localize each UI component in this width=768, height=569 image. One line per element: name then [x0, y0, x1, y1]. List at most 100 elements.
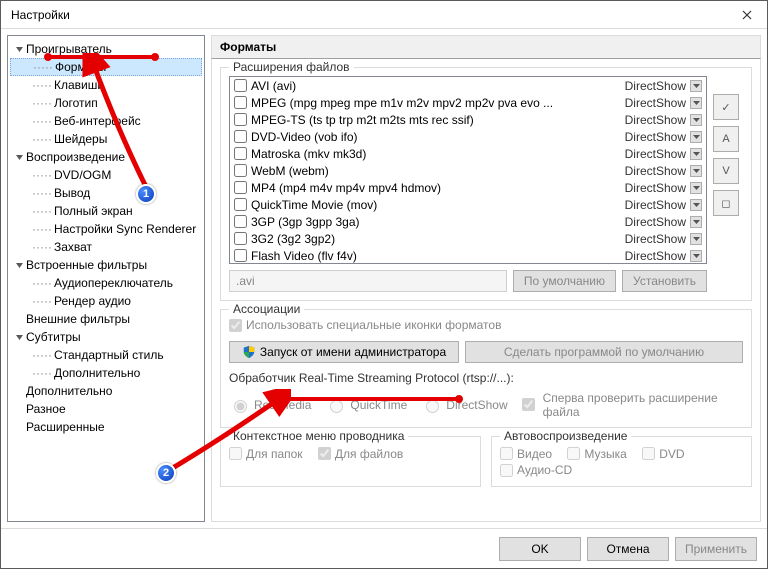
format-checkbox[interactable]: [234, 96, 247, 109]
autoplay-group: Автовоспроизведение Видео Музыка DVD Ауд…: [491, 436, 752, 487]
format-name: Matroska (mkv mk3d): [251, 147, 625, 161]
context-legend: Контекстное меню проводника: [229, 429, 408, 443]
format-engine: DirectShow: [625, 249, 686, 263]
engine-dropdown[interactable]: [690, 216, 702, 228]
format-name: WebM (webm): [251, 164, 625, 178]
all-audio-icon[interactable]: A: [713, 126, 739, 152]
main-panel-wrap: Форматы Расширения файлов AVI (avi)Direc…: [211, 35, 761, 522]
tree-group[interactable]: Дополнительно: [10, 382, 202, 400]
format-engine: DirectShow: [625, 232, 686, 246]
format-checkbox[interactable]: [234, 198, 247, 211]
tree-item[interactable]: ·····Форматы: [10, 58, 202, 76]
format-checkbox[interactable]: [234, 130, 247, 143]
engine-dropdown[interactable]: [690, 114, 702, 126]
extension-input[interactable]: [229, 270, 507, 292]
tree-item[interactable]: ·····Дополнительно: [10, 364, 202, 382]
check-all-icon[interactable]: ✓: [713, 94, 739, 120]
tree-group[interactable]: Разное: [10, 400, 202, 418]
format-checkbox[interactable]: [234, 215, 247, 228]
use-icons-check: Использовать специальные иконки форматов: [229, 318, 501, 332]
close-button[interactable]: [727, 1, 767, 28]
engine-dropdown[interactable]: [690, 148, 702, 160]
tree-group[interactable]: Субтитры: [10, 328, 202, 346]
tree-group[interactable]: Проигрыватель: [10, 40, 202, 58]
format-row[interactable]: MPEG (mpg mpeg mpe m1v m2v mpv2 mp2v pva…: [230, 94, 706, 111]
panel-title: Форматы: [211, 35, 761, 59]
tree-item[interactable]: ·····Рендер аудио: [10, 292, 202, 310]
tree-item[interactable]: ·····Стандартный стиль: [10, 346, 202, 364]
tree-item[interactable]: ·····Настройки Sync Renderer: [10, 220, 202, 238]
tree-item[interactable]: ·····Аудиопереключатель: [10, 274, 202, 292]
format-name: AVI (avi): [251, 79, 625, 93]
format-row[interactable]: DVD-Video (vob ifo)DirectShow: [230, 128, 706, 145]
make-default-button[interactable]: Сделать программой по умолчанию: [465, 341, 743, 363]
format-checkbox[interactable]: [234, 79, 247, 92]
engine-dropdown[interactable]: [690, 199, 702, 211]
autoplay-legend: Автовоспроизведение: [500, 429, 631, 443]
chevron-down-icon[interactable]: [12, 261, 26, 270]
rtsp-realmedia: RealMedia: [229, 397, 311, 413]
format-row[interactable]: 3G2 (3g2 3gp2)DirectShow: [230, 230, 706, 247]
engine-dropdown[interactable]: [690, 165, 702, 177]
tree-item[interactable]: ·····Захват: [10, 238, 202, 256]
tree-item[interactable]: ·····Полный экран: [10, 202, 202, 220]
format-checkbox[interactable]: [234, 113, 247, 126]
rtsp-quicktime: QuickTime: [325, 397, 407, 413]
assoc-legend: Ассоциации: [229, 302, 304, 316]
use-icons-checkbox: [229, 319, 242, 332]
format-row[interactable]: AVI (avi)DirectShow: [230, 77, 706, 94]
engine-dropdown[interactable]: [690, 233, 702, 245]
format-row[interactable]: MPEG-TS (ts tp trp m2t m2ts mts rec ssif…: [230, 111, 706, 128]
format-engine: DirectShow: [625, 130, 686, 144]
chevron-down-icon[interactable]: [12, 45, 26, 54]
close-icon: [742, 10, 752, 20]
apply-button[interactable]: Применить: [675, 537, 757, 561]
tree-item[interactable]: ·····Логотип: [10, 94, 202, 112]
tree-item[interactable]: ·····Веб-интерфейс: [10, 112, 202, 130]
format-checkbox[interactable]: [234, 249, 247, 262]
format-row[interactable]: MP4 (mp4 m4v mp4v mpv4 hdmov)DirectShow: [230, 179, 706, 196]
format-row[interactable]: QuickTime Movie (mov)DirectShow: [230, 196, 706, 213]
format-checkbox[interactable]: [234, 164, 247, 177]
engine-dropdown[interactable]: [690, 182, 702, 194]
format-checkbox[interactable]: [234, 181, 247, 194]
formats-list[interactable]: AVI (avi)DirectShowMPEG (mpg mpeg mpe m1…: [229, 76, 707, 264]
format-checkbox[interactable]: [234, 232, 247, 245]
tree-item[interactable]: ·····DVD/OGM: [10, 166, 202, 184]
tree-item[interactable]: ·····Клавиши: [10, 76, 202, 94]
chevron-down-icon[interactable]: [12, 153, 26, 162]
tree-group[interactable]: Внешние фильтры: [10, 310, 202, 328]
extensions-legend: Расширения файлов: [229, 60, 354, 74]
engine-dropdown[interactable]: [690, 131, 702, 143]
none-icon[interactable]: ◻: [713, 190, 739, 216]
format-row[interactable]: Matroska (mkv mk3d)DirectShow: [230, 145, 706, 162]
engine-dropdown[interactable]: [690, 97, 702, 109]
extensions-group: Расширения файлов AVI (avi)DirectShowMPE…: [220, 67, 752, 301]
all-video-icon[interactable]: V: [713, 158, 739, 184]
engine-dropdown[interactable]: [690, 80, 702, 92]
format-row[interactable]: 3GP (3gp 3gpp 3ga)DirectShow: [230, 213, 706, 230]
format-engine: DirectShow: [625, 198, 686, 212]
tree-group[interactable]: Воспроизведение: [10, 148, 202, 166]
format-row[interactable]: Flash Video (flv f4v)DirectShow: [230, 247, 706, 264]
format-name: MP4 (mp4 m4v mp4v mpv4 hdmov): [251, 181, 625, 195]
context-menu-group: Контекстное меню проводника Для папок Дл…: [220, 436, 481, 487]
window-title: Настройки: [11, 8, 727, 22]
sidebar-tree[interactable]: Проигрыватель·····Форматы·····Клавиши···…: [7, 35, 205, 522]
chevron-down-icon[interactable]: [12, 333, 26, 342]
set-button[interactable]: Установить: [622, 270, 707, 292]
format-checkbox[interactable]: [234, 147, 247, 160]
format-row[interactable]: WebM (webm)DirectShow: [230, 162, 706, 179]
ok-button[interactable]: OK: [499, 537, 581, 561]
cancel-button[interactable]: Отмена: [587, 537, 669, 561]
tree-group[interactable]: Расширенные: [10, 418, 202, 436]
run-as-admin-button[interactable]: Запуск от имени администратора: [229, 341, 459, 363]
panel-body: Расширения файлов AVI (avi)DirectShowMPE…: [211, 59, 761, 522]
tree-item[interactable]: ·····Вывод: [10, 184, 202, 202]
settings-window: Настройки Проигрыватель·····Форматы·····…: [0, 0, 768, 569]
default-button[interactable]: По умолчанию: [513, 270, 616, 292]
tree-item[interactable]: ·····Шейдеры: [10, 130, 202, 148]
assoc-group: Ассоциации Использовать специальные икон…: [220, 309, 752, 428]
engine-dropdown[interactable]: [690, 250, 702, 262]
tree-group[interactable]: Встроенные фильтры: [10, 256, 202, 274]
